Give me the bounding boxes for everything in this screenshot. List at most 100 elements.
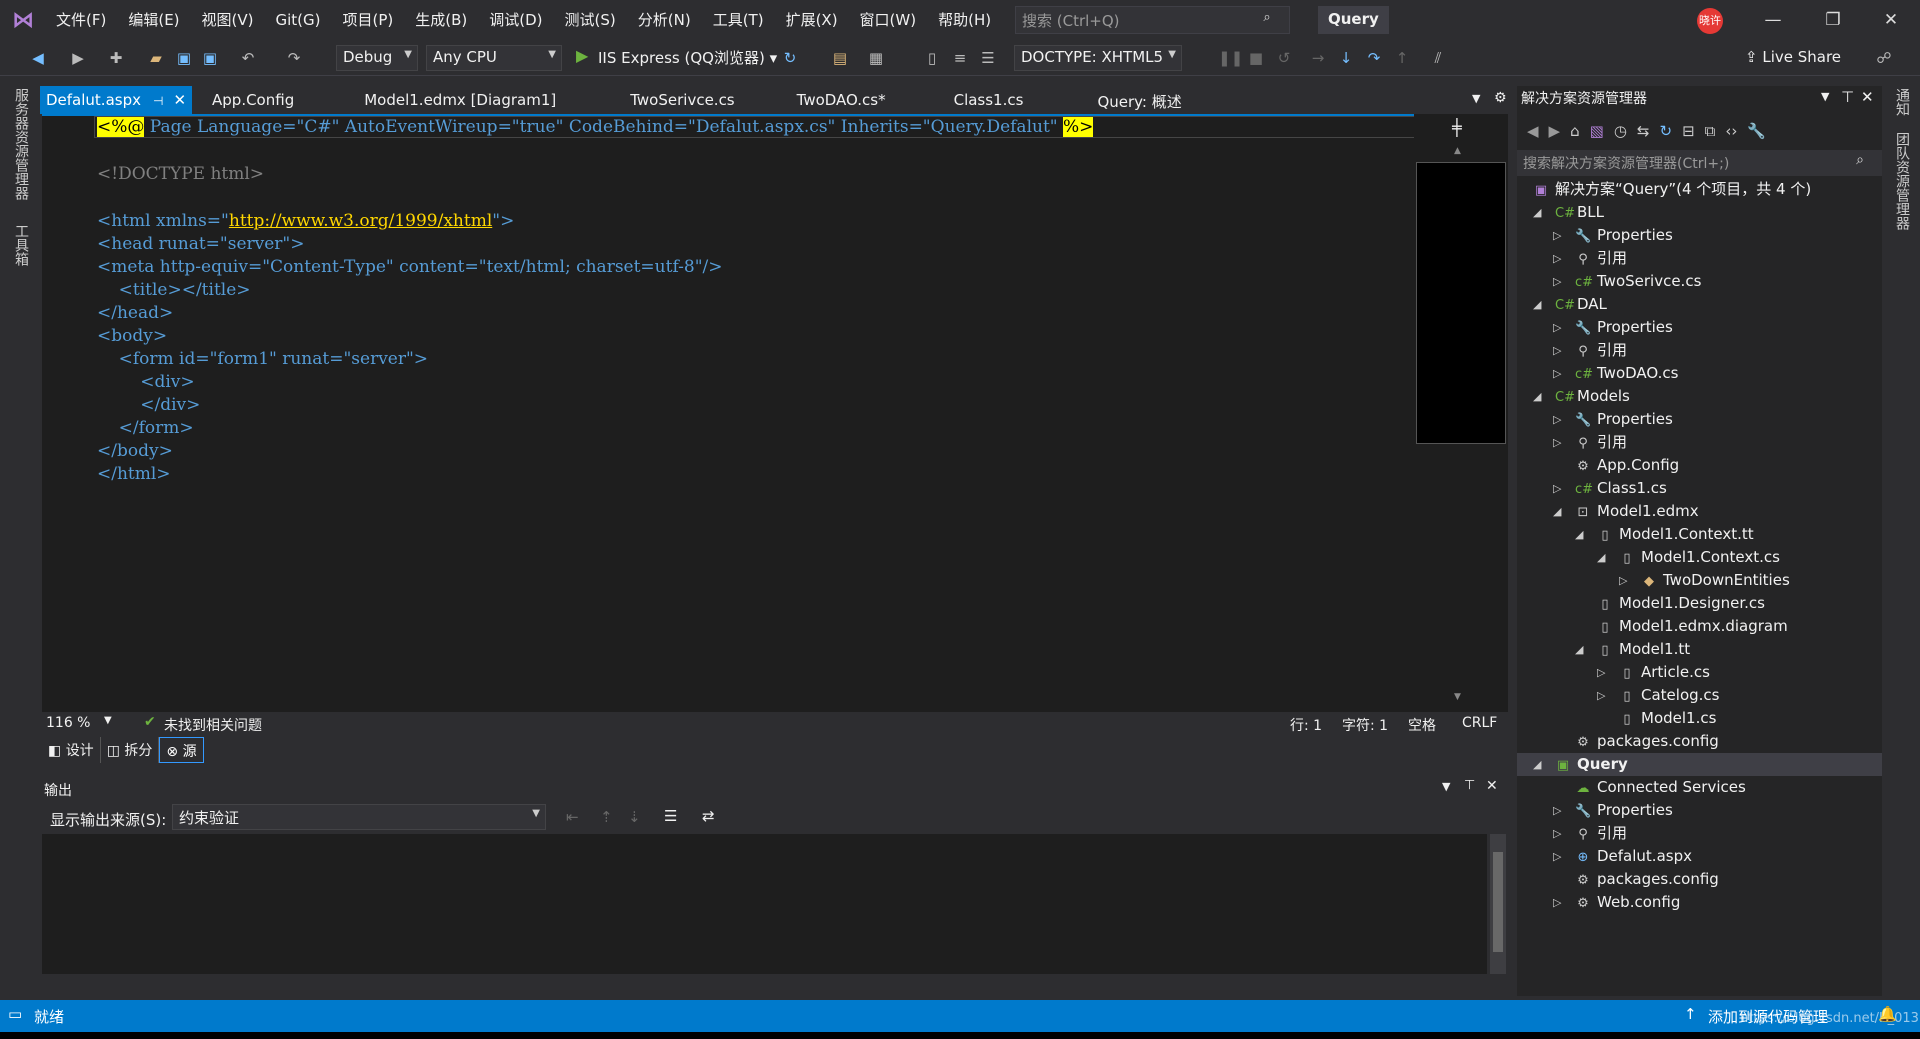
avatar[interactable]: 晓许 (1697, 8, 1723, 34)
live-share-button[interactable]: ⇪ Live Share (1745, 48, 1841, 66)
expand-icon[interactable]: ▷ (1553, 339, 1561, 362)
forward-icon[interactable]: ▶ (1549, 122, 1561, 140)
pin-icon[interactable]: ⊣ (153, 94, 163, 108)
expand-icon[interactable]: ▷ (1553, 247, 1561, 270)
scroll-up-icon[interactable]: ▲ (1454, 146, 1461, 156)
expand-icon[interactable]: ▷ (1553, 362, 1561, 385)
tree-item-file-catelog[interactable]: ▷ ▯ Catelog.cs (1517, 684, 1882, 707)
toolbox-tab[interactable]: 工具箱 (11, 224, 31, 266)
expand-icon[interactable]: ▷ (1553, 224, 1561, 247)
history-icon[interactable]: ◷ (1614, 122, 1627, 140)
chevron-down-icon[interactable]: ▼ (1821, 90, 1829, 103)
expand-icon[interactable]: ▷ (1553, 431, 1561, 454)
tree-item-file-defalut-aspx[interactable]: ▷ ⊕ Defalut.aspx (1517, 845, 1882, 868)
close-icon[interactable]: ✕ (1486, 778, 1498, 794)
tree-item-file-class1[interactable]: ▷ c# Class1.cs (1517, 477, 1882, 500)
expand-icon[interactable]: ▷ (1597, 661, 1605, 684)
step-into-icon[interactable]: ↓ (1336, 48, 1356, 68)
collapse-all-icon[interactable]: ⊟ (1682, 122, 1695, 140)
find-message-icon[interactable]: ⇤ (566, 808, 579, 826)
menu-file[interactable]: 文件(F) (45, 0, 117, 40)
outline-icon[interactable]: ☰ (978, 48, 998, 68)
expand-icon[interactable]: ▷ (1553, 316, 1561, 339)
menu-view[interactable]: 视图(V) (191, 0, 265, 40)
clear-all-icon[interactable]: ☰ (664, 807, 677, 825)
collapse-icon[interactable]: ◢ (1597, 546, 1605, 569)
folder-icon[interactable]: ▤ (830, 48, 850, 68)
collapse-icon[interactable]: ◢ (1533, 293, 1541, 316)
previous-message-icon[interactable]: ⇡ (600, 808, 613, 826)
properties-icon[interactable]: 🔧 (1747, 122, 1766, 140)
pin-icon[interactable]: ⊤ (1464, 778, 1475, 793)
menu-analyze[interactable]: 分析(N) (627, 0, 702, 40)
tree-item-file-article[interactable]: ▷ ▯ Article.cs (1517, 661, 1882, 684)
tree-item-file-model1-edmx-diagram[interactable]: ▯ Model1.edmx.diagram (1517, 615, 1882, 638)
chevron-down-icon[interactable]: ▼ (104, 715, 112, 726)
tree-item-file-packages-config[interactable]: ⚙ packages.config (1517, 730, 1882, 753)
tree-item-file-model1-designer[interactable]: ▯ Model1.Designer.cs (1517, 592, 1882, 615)
feedback-icon[interactable]: ☍ (1874, 48, 1894, 68)
new-project-icon[interactable]: ✚ (106, 48, 126, 68)
tree-item-properties[interactable]: ▷ 🔧 Properties (1517, 316, 1882, 339)
format-icon[interactable]: ≡ (950, 48, 970, 68)
run-target-button[interactable]: IIS Express (QQ浏览器) ▾ (598, 47, 777, 68)
menu-extensions[interactable]: 扩展(X) (775, 0, 849, 40)
tab-twodao[interactable]: TwoDAO.cs* (791, 86, 892, 114)
tab-class1[interactable]: Class1.cs (948, 86, 1030, 114)
forward-icon[interactable]: ▶ (68, 48, 88, 68)
browser-icon[interactable]: ▦ (866, 48, 886, 68)
tree-item-file-twodao[interactable]: ▷ c# TwoDAO.cs (1517, 362, 1882, 385)
zoom-level[interactable]: 116 % (46, 715, 90, 731)
output-source-select[interactable]: 约束验证 ▼ (172, 804, 546, 830)
expand-icon[interactable]: ▷ (1553, 845, 1561, 868)
undo-icon[interactable]: ↶ (238, 48, 258, 68)
open-folder-icon[interactable]: ▰ (146, 48, 166, 68)
step-over-icon[interactable]: ↷ (1364, 48, 1384, 68)
pause-icon[interactable]: ❚❚ (1218, 48, 1243, 68)
breakpoint-icon[interactable]: ⫽ (1428, 48, 1448, 68)
collapse-icon[interactable]: ◢ (1575, 638, 1583, 661)
menu-debug[interactable]: 调试(D) (478, 0, 553, 40)
play-icon[interactable]: ▶ (576, 46, 588, 65)
expand-icon[interactable]: ▷ (1553, 891, 1561, 914)
tree-item-references[interactable]: ▷ ⚲ 引用 (1517, 247, 1882, 270)
tree-item-file-model1-context-cs[interactable]: ◢ ▯ Model1.Context.cs (1517, 546, 1882, 569)
tree-item-references[interactable]: ▷ ⚲ 引用 (1517, 431, 1882, 454)
expand-icon[interactable]: ▷ (1553, 477, 1561, 500)
expand-icon[interactable]: ▷ (1553, 822, 1561, 845)
minimize-icon[interactable]: — (1750, 0, 1796, 40)
stop-icon[interactable]: ■ (1246, 48, 1266, 68)
tree-item-class-twodownentities[interactable]: ▷ ◆ TwoDownEntities (1517, 569, 1882, 592)
source-view-tab[interactable]: ⊗ 源 (159, 737, 204, 763)
tree-item-file-model1-tt[interactable]: ◢ ▯ Model1.tt (1517, 638, 1882, 661)
scroll-thumb[interactable] (1493, 852, 1503, 952)
server-explorer-tab[interactable]: 服务器资源管理器 (11, 88, 31, 200)
minimap[interactable]: ╪ ▲ ▼ (1414, 114, 1508, 712)
solution-search-input[interactable]: 搜索解决方案资源管理器(Ctrl+;) ⌕ (1517, 150, 1882, 176)
code-editor[interactable]: <%@ Page Language="C#" AutoEventWireup="… (42, 114, 1452, 712)
close-icon[interactable]: ✕ (173, 91, 186, 109)
home-icon[interactable]: ⌂ (1570, 122, 1580, 140)
tree-item-project-bll[interactable]: ◢ C# BLL (1517, 201, 1882, 224)
expand-icon[interactable]: ▷ (1619, 569, 1627, 592)
expand-icon[interactable]: ▷ (1553, 799, 1561, 822)
issues-status[interactable]: 未找到相关问题 (164, 715, 262, 735)
whitespace-indicator[interactable]: 空格 (1408, 715, 1436, 735)
tree-item-references[interactable]: ▷ ⚲ 引用 (1517, 339, 1882, 362)
show-next-statement-icon[interactable]: → (1308, 48, 1328, 68)
tab-twoserivce[interactable]: TwoSerivce.cs (624, 86, 740, 114)
pin-icon[interactable]: ⊤ (1841, 88, 1854, 106)
tree-item-project-dal[interactable]: ◢ C# DAL (1517, 293, 1882, 316)
minimap-viewport[interactable] (1416, 162, 1506, 444)
step-out-icon[interactable]: ↑ (1392, 48, 1412, 68)
redo-icon[interactable]: ↷ (284, 48, 304, 68)
save-all-icon[interactable]: ▣ (200, 48, 220, 68)
tree-item-file-model1-context-tt[interactable]: ◢ ▯ Model1.Context.tt (1517, 523, 1882, 546)
menu-git[interactable]: Git(G) (265, 0, 332, 40)
tree-item-file-model1-edmx[interactable]: ◢ ⊡ Model1.edmx (1517, 500, 1882, 523)
config-combo[interactable]: Debug ▼ (336, 45, 418, 71)
tree-item-properties[interactable]: ▷ 🔧 Properties (1517, 224, 1882, 247)
solution-root[interactable]: ▣ 解决方案“Query”(4 个项目，共 4 个) (1533, 178, 1811, 202)
restart-icon[interactable]: ↺ (1274, 48, 1294, 68)
eol-indicator[interactable]: CRLF (1462, 715, 1497, 731)
